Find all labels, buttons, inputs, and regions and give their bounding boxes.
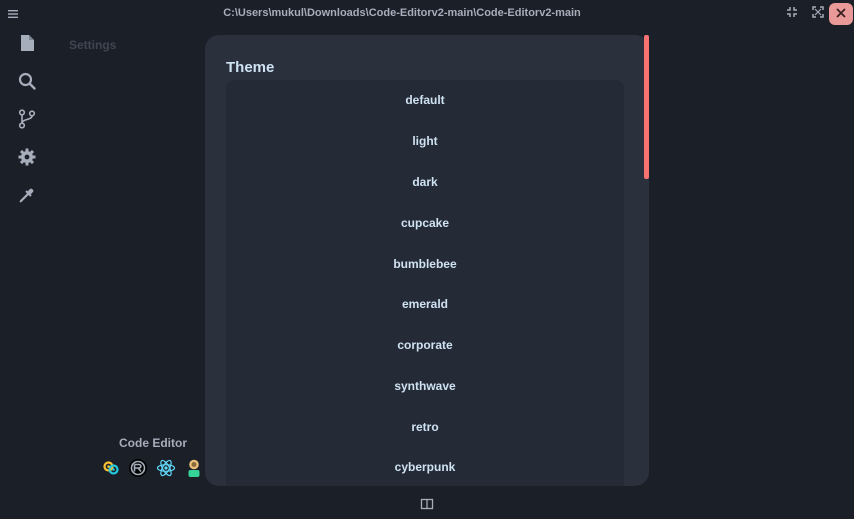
file-icon	[19, 34, 35, 57]
split-panel-icon	[420, 497, 434, 514]
theme-option-synthwave[interactable]: synthwave	[226, 371, 624, 401]
theme-modal-title: Theme	[226, 59, 275, 76]
app-name-label: Code Editor	[119, 436, 187, 450]
panel-toggle-button[interactable]	[420, 497, 434, 510]
activity-sidebar	[0, 28, 54, 519]
sidebar-item-explorer[interactable]	[16, 34, 38, 56]
theme-option-dark[interactable]: dark	[226, 167, 624, 197]
avatar-icon	[184, 458, 204, 478]
maximize-icon	[812, 5, 824, 23]
modal-scrollbar-thumb[interactable]	[644, 35, 649, 179]
react-icon	[156, 458, 176, 478]
theme-options-list: default light dark cupcake bumblebee eme…	[226, 80, 624, 486]
theme-option-cupcake[interactable]: cupcake	[226, 208, 624, 238]
gear-icon	[18, 148, 36, 171]
window-title: C:\Users\mukul\Downloads\Code-Editorv2-m…	[223, 7, 581, 19]
theme-option-emerald[interactable]: emerald	[226, 289, 624, 319]
theme-option-bumblebee[interactable]: bumblebee	[226, 249, 624, 279]
theme-option-retro[interactable]: retro	[226, 412, 624, 442]
git-branch-icon	[18, 108, 36, 134]
settings-page-title: Settings	[69, 38, 117, 52]
sidebar-item-settings[interactable]	[16, 148, 38, 170]
sidebar-item-source-control[interactable]	[16, 108, 38, 134]
tauri-icon	[101, 458, 121, 478]
theme-option-cyberpunk[interactable]: cyberpunk	[226, 452, 624, 482]
close-button[interactable]	[829, 3, 853, 25]
close-icon	[836, 5, 846, 23]
search-icon	[18, 72, 36, 95]
title-bar: C:\Users\mukul\Downloads\Code-Editorv2-m…	[0, 0, 854, 28]
theme-option-light[interactable]: light	[226, 126, 624, 156]
theme-modal: Theme default light dark cupcake bumbleb…	[205, 35, 649, 486]
sidebar-item-color-picker[interactable]	[16, 186, 38, 208]
color-picker-icon	[18, 186, 36, 209]
rust-icon	[128, 458, 148, 478]
sidebar-item-search[interactable]	[16, 72, 38, 94]
minimize-icon	[786, 5, 798, 23]
maximize-button[interactable]	[808, 5, 828, 23]
theme-option-corporate[interactable]: corporate	[226, 330, 624, 360]
minimize-button[interactable]	[782, 5, 802, 23]
theme-option-default[interactable]: default	[226, 85, 624, 115]
